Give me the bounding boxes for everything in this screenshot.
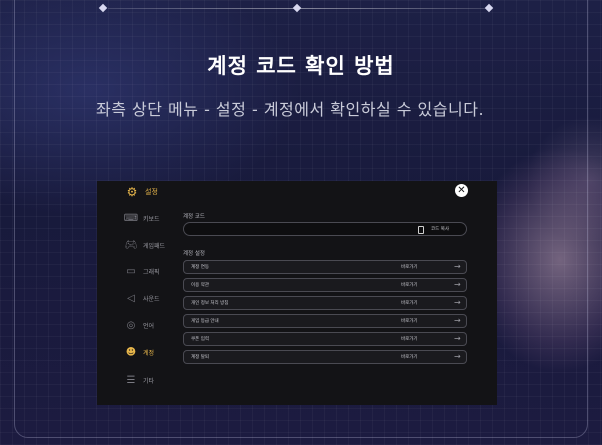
sidebar-item-label: 계정	[143, 349, 155, 357]
arrow-right-icon: →	[454, 316, 461, 325]
account-settings-row[interactable]: 이용 약관 바로가기 →	[183, 278, 467, 292]
close-icon[interactable]: ✕	[455, 184, 468, 197]
account-code-field: 코드 복사	[183, 222, 467, 236]
sidebar-item-account[interactable]: ☻ 계정	[125, 345, 154, 359]
keyboard-icon: ⌨	[123, 212, 139, 224]
sidebar-item-label: 그래픽	[143, 268, 160, 276]
arrow-right-icon: →	[454, 334, 461, 343]
arrow-right-icon: →	[454, 262, 461, 271]
sidebar-item-label: 기타	[143, 377, 155, 385]
sidebar-item-gamepad[interactable]: 🎮︎ 게임패드	[125, 238, 165, 252]
monitor-icon: ▭	[126, 265, 136, 277]
shortcut-link[interactable]: 바로가기	[401, 282, 418, 288]
arrow-right-icon: →	[454, 298, 461, 307]
shortcut-link[interactable]: 바로가기	[401, 354, 418, 360]
sidebar-item-label: 언어	[143, 322, 155, 330]
sidebar-item-label: 게임패드	[143, 242, 166, 250]
sidebar-item-sound[interactable]: ◁ 사운드	[125, 291, 160, 305]
row-label: 쿠폰 입력	[191, 337, 209, 342]
sidebar-header-label: 설정	[145, 188, 158, 196]
row-label: 이용 약관	[191, 283, 209, 288]
copy-icon[interactable]	[418, 226, 424, 234]
page-description: 좌측 상단 메뉴 - 설정 - 계정에서 확인하실 수 있습니다.	[96, 100, 485, 119]
diamond-icon	[292, 3, 302, 13]
arrow-right-icon: →	[454, 280, 461, 289]
globe-icon: ◎	[126, 319, 136, 331]
arrow-right-icon: →	[454, 352, 461, 361]
sidebar-item-keyboard[interactable]: ⌨ 키보드	[123, 211, 160, 225]
sidebar-item-label: 사운드	[143, 295, 160, 303]
shortcut-link[interactable]: 바로가기	[401, 264, 418, 270]
sidebar-item-graphics[interactable]: ▭ 그래픽	[125, 264, 160, 278]
row-label: 계정 연동	[191, 265, 209, 270]
list-icon: ☰	[126, 374, 136, 386]
row-label: 개인 정보 처리 방침	[191, 301, 229, 306]
copy-code-button[interactable]: 코드 복사	[431, 226, 449, 232]
top-divider-ornament	[98, 3, 500, 13]
page-title: 계정 코드 확인 방법	[207, 54, 395, 78]
account-settings-row[interactable]: 계정 연동 바로가기 →	[183, 260, 467, 274]
sidebar-header-settings: ⚙ 설정	[125, 185, 158, 199]
shortcut-link[interactable]: 바로가기	[401, 318, 418, 324]
account-settings-row[interactable]: 쿠폰 입력 바로가기 →	[183, 332, 467, 346]
account-settings-row[interactable]: 개인 정보 처리 방침 바로가기 →	[183, 296, 467, 310]
diamond-icon	[484, 3, 494, 13]
sidebar-item-etc[interactable]: ☰ 기타	[125, 373, 155, 387]
account-settings-row[interactable]: 게임 등급 안내 바로가기 →	[183, 314, 467, 328]
account-icon: ☻	[125, 346, 137, 358]
shortcut-link[interactable]: 바로가기	[401, 336, 418, 342]
row-label: 게임 등급 안내	[191, 319, 219, 324]
shortcut-link[interactable]: 바로가기	[401, 300, 418, 306]
speaker-icon: ◁	[127, 292, 135, 304]
diamond-icon	[98, 3, 108, 13]
account-settings-row[interactable]: 계정 탈퇴 바로가기 →	[183, 350, 467, 364]
gamepad-icon: 🎮︎	[124, 239, 138, 251]
account-code-label: 계정 코드	[183, 214, 205, 220]
sidebar-item-label: 키보드	[143, 215, 160, 223]
sidebar-item-language[interactable]: ◎ 언어	[125, 318, 154, 332]
row-label: 계정 탈퇴	[191, 355, 209, 360]
gear-icon: ⚙	[126, 185, 138, 199]
account-settings-label: 계정 설정	[183, 251, 205, 257]
settings-panel-screenshot: ✕ ⚙ 설정 ⌨ 키보드 🎮︎ 게임패드 ▭ 그래픽 ◁ 사운드 ◎ 언어 ☻ …	[97, 181, 497, 405]
